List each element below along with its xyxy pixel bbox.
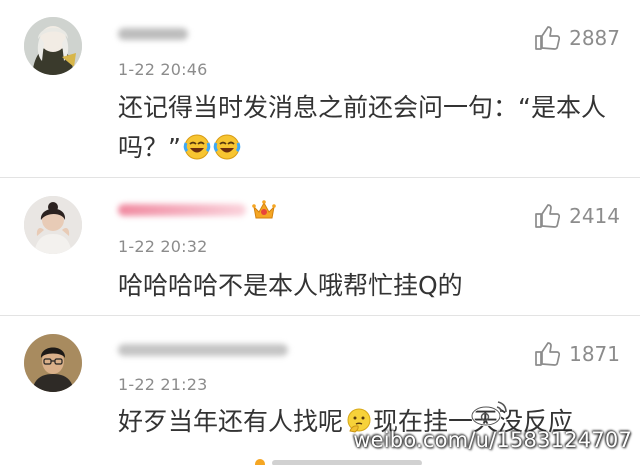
like-count: 2887 — [569, 26, 620, 50]
like-count: 1871 — [569, 342, 620, 366]
comment-item: 1-22 20:32 哈哈哈哈不是本人哦帮忙挂Q的 2414 — [0, 178, 640, 315]
thumbs-up-icon — [535, 204, 561, 228]
username[interactable] — [118, 200, 276, 220]
laughing-tears-emoji-icon — [213, 133, 241, 161]
blurred-username — [118, 204, 246, 216]
like-button[interactable]: 2414 — [533, 202, 620, 230]
comment-time: 1-22 20:46 — [118, 60, 208, 79]
comment-item: 1-22 20:46 还记得当时发消息之前还会问一句：“是本人吗？” 2887 — [0, 0, 640, 177]
comment-text-main: 好歹当年还有人找呢 — [118, 407, 344, 436]
thumbs-up-icon — [535, 26, 561, 50]
comment-text: 还记得当时发消息之前还会问一句：“是本人吗？” — [118, 88, 618, 168]
like-button[interactable]: 1871 — [533, 340, 620, 368]
like-count: 2414 — [569, 204, 620, 228]
watermark-text: weibo.com/u/1583124707 — [353, 428, 632, 452]
username[interactable] — [118, 340, 288, 360]
comment-time: 1-22 20:32 — [118, 237, 208, 256]
blurred-username — [118, 28, 188, 40]
truncated-next-comment — [255, 459, 422, 465]
avatar[interactable] — [24, 17, 82, 75]
username[interactable] — [118, 24, 188, 44]
weibo-logo-icon — [470, 401, 507, 427]
comment-time: 1-22 21:23 — [118, 375, 208, 394]
blurred-username — [118, 344, 288, 356]
thumbs-up-icon — [535, 342, 561, 366]
crown-badge-icon — [252, 199, 276, 221]
comment-text: 哈哈哈哈不是本人哦帮忙挂Q的 — [118, 271, 463, 300]
avatar[interactable] — [24, 334, 82, 392]
avatar[interactable] — [24, 196, 82, 254]
laughing-tears-emoji-icon — [183, 133, 211, 161]
like-button[interactable]: 2887 — [533, 24, 620, 52]
